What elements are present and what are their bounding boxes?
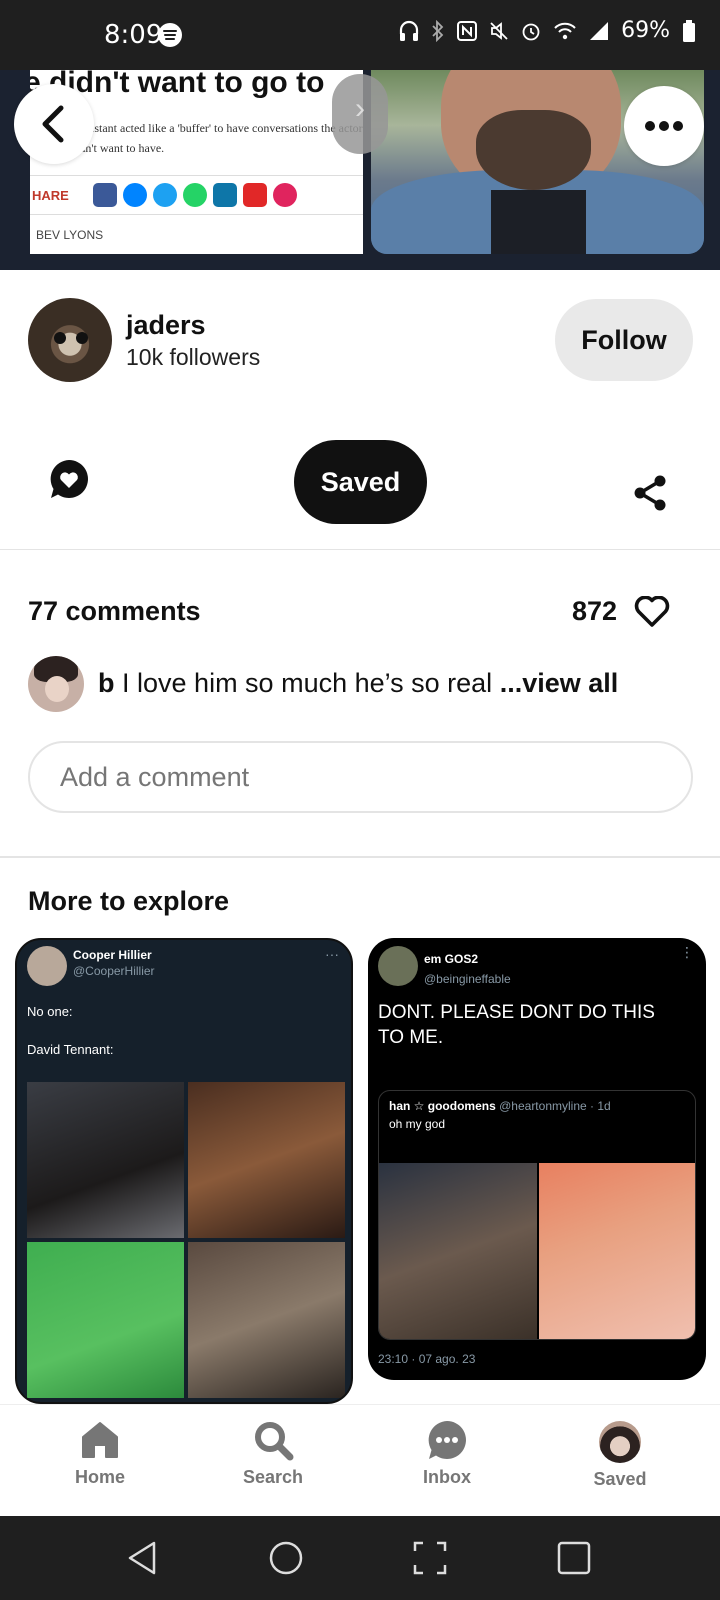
chevron-left-icon xyxy=(42,105,64,143)
flipboard-icon xyxy=(242,183,267,207)
comment-author[interactable]: b xyxy=(98,668,115,698)
search-icon xyxy=(255,1422,294,1461)
email-icon xyxy=(272,183,297,207)
article-subtext: l assistant acted like a 'buffer' to hav… xyxy=(70,121,363,155)
article-share-label: HARE xyxy=(32,187,69,203)
nav-label: Search xyxy=(242,1467,304,1487)
home-circle-icon[interactable] xyxy=(268,1540,304,1576)
comment-preview[interactable]: b I love him so much he’s so real ...vie… xyxy=(28,656,708,714)
screenshot-frame-icon[interactable] xyxy=(412,1540,448,1576)
article-share-row: HARE xyxy=(30,175,363,215)
nav-label: Inbox xyxy=(423,1467,471,1487)
quoted-image xyxy=(379,1163,537,1339)
follow-button[interactable]: Follow xyxy=(555,299,693,381)
quoted-text: oh my god xyxy=(389,1117,446,1131)
tweet-text: DONT. PLEASE DONT DO THIS TO ME. xyxy=(378,1002,655,1048)
tweet-more-icon: ··· xyxy=(325,946,339,962)
more-options-button[interactable] xyxy=(624,86,704,166)
saved-button[interactable]: Saved xyxy=(294,440,427,524)
ellipsis-icon xyxy=(645,121,683,131)
home-icon xyxy=(82,1422,118,1458)
battery-icon xyxy=(683,19,695,42)
profile-avatar xyxy=(599,1421,641,1463)
quoted-tweet-header: han ☆ goodomens @heartonmyline · 1d xyxy=(389,1099,611,1113)
tweet-more-icon: ⋮ xyxy=(680,944,694,960)
status-bar: 8:09 69% xyxy=(0,0,720,70)
bluetooth-icon xyxy=(432,19,444,42)
explore-pin-card[interactable]: Cooper Hillier @CooperHillier ··· No one… xyxy=(15,938,353,1404)
bottom-nav: Home Search Inbox Saved xyxy=(0,1404,720,1516)
pin-image[interactable]: e didn't want to go to l assistant acted… xyxy=(0,70,720,270)
heart-icon[interactable] xyxy=(634,596,670,628)
quoted-tweet: han ☆ goodomens @heartonmyline · 1d oh m… xyxy=(378,1090,696,1340)
recents-square-icon[interactable] xyxy=(556,1540,592,1576)
messenger-icon xyxy=(122,183,147,207)
nav-inbox[interactable]: Inbox xyxy=(387,1419,507,1488)
back-triangle-icon[interactable] xyxy=(126,1540,158,1576)
tweet-avatar xyxy=(27,946,67,986)
tweet-timestamp: 23:10 · 07 ago. 23 xyxy=(378,1352,476,1366)
facebook-icon xyxy=(92,183,117,207)
creator-row: jaders 10k followers Follow xyxy=(0,270,720,410)
nav-saved[interactable]: Saved xyxy=(560,1419,680,1490)
quoted-image xyxy=(539,1163,695,1339)
status-time: 8:09 xyxy=(104,20,163,50)
share-icon[interactable] xyxy=(632,474,668,512)
nav-label: Saved xyxy=(593,1469,647,1489)
mute-icon xyxy=(490,21,508,40)
tweet-line: David Tennant: xyxy=(27,1042,114,1057)
linkedin-icon xyxy=(212,183,237,207)
chat-bubble-icon xyxy=(428,1421,466,1459)
nav-search[interactable]: Search xyxy=(213,1419,333,1488)
creator-username[interactable]: jaders xyxy=(126,310,206,341)
creator-avatar[interactable] xyxy=(28,298,112,382)
creator-followers: 10k followers xyxy=(126,344,261,370)
status-icons: 69% xyxy=(399,18,696,43)
commenter-avatar[interactable] xyxy=(28,656,84,712)
alarm-icon xyxy=(522,23,540,40)
likes-count: 872 xyxy=(572,596,618,626)
back-button[interactable] xyxy=(14,84,94,164)
tweet-avatar xyxy=(378,946,418,986)
tweet-handle: @CooperHillier xyxy=(73,964,155,978)
battery-percent: 69% xyxy=(621,18,670,43)
nav-home[interactable]: Home xyxy=(40,1419,160,1488)
add-comment-input[interactable] xyxy=(28,741,693,813)
chevron-right-icon: › xyxy=(332,74,388,154)
wifi-icon xyxy=(554,22,576,39)
whatsapp-icon xyxy=(182,183,207,207)
article-byline: BEV LYONS xyxy=(36,228,104,242)
tweet-line: No one: xyxy=(27,1004,73,1019)
tweet-handle: @beingineffable xyxy=(424,972,511,986)
comment-heart-icon[interactable] xyxy=(48,458,90,502)
spotify-icon xyxy=(158,23,182,47)
signal-icon xyxy=(590,21,609,40)
pin-actions: Saved xyxy=(0,430,720,550)
view-all-link[interactable]: ...view all xyxy=(500,668,619,698)
nav-label: Home xyxy=(74,1467,125,1487)
tweet-author: Cooper Hillier xyxy=(73,948,152,962)
explore-title: More to explore xyxy=(28,886,230,916)
quoted-author: han ☆ goodomens xyxy=(389,1099,496,1113)
comments-count[interactable]: 77 comments xyxy=(28,596,201,627)
nfc-icon xyxy=(457,20,478,41)
headphones-icon xyxy=(399,20,419,41)
tweet-image-grid xyxy=(27,1082,345,1398)
comment-body: I love him so much he’s so real xyxy=(122,668,493,698)
section-divider xyxy=(0,856,720,858)
twitter-icon xyxy=(152,183,177,207)
system-nav-bar xyxy=(0,1516,720,1600)
comment-text: b I love him so much he’s so real ...vie… xyxy=(98,668,618,699)
explore-pin-card[interactable]: em GOS2 @beingineffable ⋮ DONT. PLEASE D… xyxy=(368,938,706,1380)
tweet-author: em GOS2 xyxy=(424,952,479,966)
quoted-meta: @heartonmyline · 1d xyxy=(499,1099,611,1113)
